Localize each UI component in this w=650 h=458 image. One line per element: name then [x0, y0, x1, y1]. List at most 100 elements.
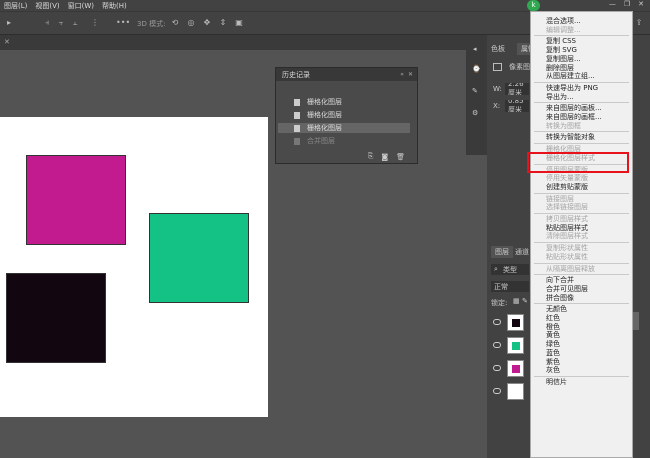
context-menu-item[interactable]: 导出为... [546, 93, 574, 101]
menu-help[interactable]: 帮助(H) [98, 1, 131, 11]
pixel-layer-icon [493, 63, 502, 71]
context-menu-item[interactable]: 粘贴图层样式 [546, 224, 588, 232]
minimize-icon[interactable]: — [609, 0, 616, 8]
layer-row[interactable] [487, 358, 530, 380]
menu-separator [534, 143, 629, 145]
roll-3d-icon[interactable]: ◎ [186, 18, 196, 28]
adjust-panel-icon[interactable]: ⚙ [472, 109, 478, 117]
lock-pixels-icon[interactable]: ▦ [513, 297, 520, 305]
restore-icon[interactable]: ❐ [624, 0, 630, 8]
context-menu-item[interactable]: 红色 [546, 314, 560, 322]
lock-label: 锁定: [491, 299, 508, 307]
more-icon[interactable]: ••• [116, 18, 130, 28]
context-menu-item[interactable]: 向下合并 [546, 276, 574, 284]
context-menu-item: 拷贝图层样式 [546, 215, 588, 223]
context-menu-item: 选择链接图层 [546, 203, 588, 212]
context-menu-item[interactable]: 灰色 [546, 366, 560, 374]
context-menu-item[interactable]: 蓝色 [546, 349, 560, 357]
width-field[interactable]: 2.26 厘米 [505, 83, 529, 95]
document-icon [294, 124, 300, 132]
context-menu-item[interactable]: 混合选项... [546, 17, 581, 25]
x-field[interactable]: 0.85 厘米 [505, 100, 529, 112]
menu-separator [534, 213, 629, 214]
visibility-eye-icon[interactable] [493, 388, 501, 394]
layer-kind-filter[interactable]: ⌕ 类型 [491, 264, 529, 275]
tab-swatches[interactable]: 色板 [491, 43, 505, 55]
green-square[interactable] [149, 213, 249, 303]
history-step-label: 栅格化图层 [307, 111, 342, 119]
trash-icon[interactable]: 🗑 [396, 153, 405, 161]
close-icon[interactable]: ✕ [638, 0, 644, 8]
context-menu-item: 转换为图框 [546, 121, 581, 130]
drag-3d-icon[interactable]: ✥ [202, 18, 212, 28]
align-center-icon[interactable]: ⫟ [56, 18, 66, 28]
history-step-dimmed[interactable]: 合并图层 [278, 136, 410, 146]
snapshot-camera-icon[interactable]: ◙ [381, 153, 388, 161]
distribute-icon[interactable]: ⋮ [90, 18, 100, 28]
history-step-label: 栅格化图层 [307, 98, 342, 106]
menu-layer[interactable]: 图层(L) [0, 1, 31, 11]
mode-label: 3D 模式: [137, 20, 166, 28]
scale-3d-icon[interactable]: ▣ [234, 18, 244, 28]
new-document-from-state-icon[interactable]: ⎘ [368, 152, 374, 161]
expand-icon[interactable]: ▸ [4, 18, 14, 28]
layer-row[interactable] [487, 312, 530, 334]
menu-view[interactable]: 视图(V) [31, 1, 63, 11]
context-menu-item[interactable]: 复制 CSS [546, 37, 576, 45]
layers-scrollbar[interactable] [633, 312, 639, 330]
black-square[interactable] [6, 273, 106, 363]
magenta-square[interactable] [26, 155, 126, 245]
align-right-icon[interactable]: ⫠ [70, 18, 80, 28]
history-step[interactable]: 栅格化图层 [278, 97, 410, 107]
visibility-eye-icon[interactable] [493, 319, 501, 325]
slide-3d-icon[interactable]: ⇕ [218, 18, 228, 28]
panel-toggle-icon[interactable]: ◂ [473, 45, 477, 53]
tab-close-icon[interactable]: ✕ [4, 38, 10, 46]
paint-brush-icon[interactable]: ✎ [522, 297, 528, 305]
align-left-icon[interactable]: ⫞ [42, 18, 52, 28]
context-menu-item[interactable]: 合并可见图层 [546, 285, 588, 293]
visibility-eye-icon[interactable] [493, 342, 501, 348]
menu-window[interactable]: 窗口(W) [64, 1, 98, 11]
context-menu-item[interactable]: 从图层建立组... [546, 72, 595, 80]
context-menu-item: 链接图层 [546, 194, 574, 203]
layer-row[interactable] [487, 335, 530, 357]
document-icon [294, 98, 300, 106]
layer-row[interactable] [487, 381, 530, 403]
document-icon [294, 137, 300, 145]
panel-close-icon[interactable]: ✕ [408, 71, 413, 78]
tab-layers[interactable]: 图层 [491, 246, 513, 258]
context-menu-item[interactable]: 创建剪贴蒙版 [546, 183, 588, 191]
context-menu-item[interactable]: 黄色 [546, 331, 560, 339]
context-menu-item[interactable]: 复制图层... [546, 55, 581, 63]
rotate-3d-icon[interactable]: ⟲ [170, 18, 180, 28]
visibility-eye-icon[interactable] [493, 365, 501, 371]
brush-panel-icon[interactable]: ✎ [472, 87, 478, 95]
context-menu-item[interactable]: 无颜色 [546, 305, 567, 313]
context-menu-item[interactable]: 转换为智能对象 [546, 133, 595, 141]
window-controls: — ❐ ✕ [609, 0, 644, 8]
history-step-selected[interactable]: 栅格化图层 [278, 123, 410, 133]
context-menu-item[interactable]: 绿色 [546, 340, 560, 348]
context-menu-item: 复制形状属性 [546, 244, 588, 253]
menu-separator [534, 375, 629, 377]
context-menu-item[interactable]: 拼合图像 [546, 294, 574, 302]
context-menu-item[interactable]: 删除图层 [546, 64, 574, 72]
context-menu-item[interactable]: 明信片 [546, 378, 567, 386]
blend-mode-select[interactable]: 正常 [491, 281, 529, 292]
tab-channels[interactable]: 通道 [515, 246, 529, 258]
share-icon[interactable]: ⇪ [634, 18, 644, 28]
context-menu-item[interactable]: 橙色 [546, 323, 560, 331]
context-menu-item[interactable]: 紫色 [546, 358, 560, 366]
panel-collapse-icon[interactable]: « [400, 71, 404, 78]
context-menu-item[interactable]: 快速导出为 PNG [546, 84, 598, 92]
panel-icon-strip: ◂ ⌚ ✎ ⚙ [466, 35, 487, 155]
user-avatar[interactable]: k [527, 0, 540, 11]
context-menu-item[interactable]: 复制 SVG [546, 46, 577, 54]
history-panel-icon[interactable]: ⌚ [472, 65, 481, 73]
context-menu-item[interactable]: 来自图层的画框... [546, 113, 602, 121]
layer-context-menu: 混合选项... 编辑调整... 复制 CSS 复制 SVG 复制图层... 删除图层 从图层… [530, 11, 633, 458]
history-step[interactable]: 栅格化图层 [278, 110, 410, 120]
menu-separator [534, 242, 629, 244]
context-menu-item[interactable]: 来自图层的画板... [546, 104, 602, 112]
